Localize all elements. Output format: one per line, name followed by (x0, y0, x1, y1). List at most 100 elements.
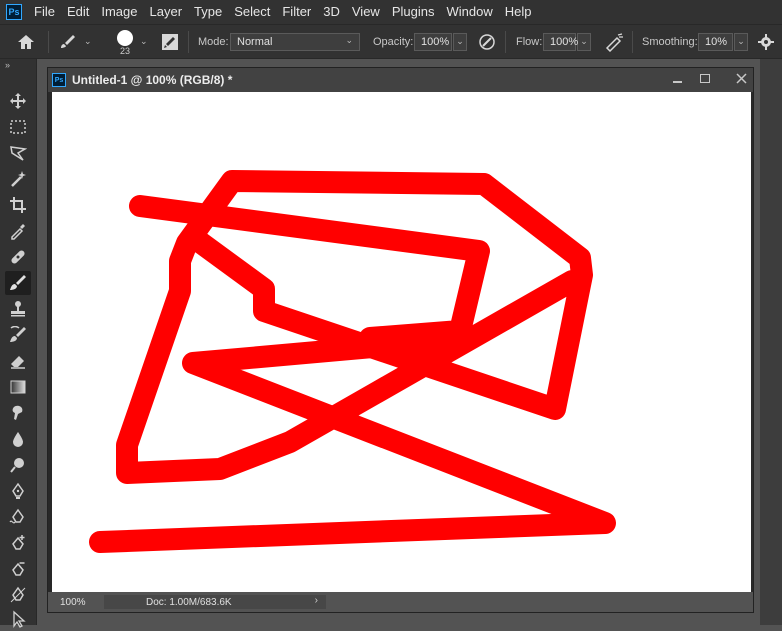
smudge-tool[interactable] (5, 401, 31, 425)
brush-size-value: 23 (119, 45, 130, 56)
pressure-opacity-icon (479, 33, 495, 50)
history-brush-icon (10, 326, 26, 342)
delete-anchor-tool[interactable] (5, 557, 31, 581)
menu-image[interactable]: Image (95, 0, 143, 24)
zoom-level[interactable]: 100% (48, 597, 104, 608)
flow-label: Flow: (516, 35, 543, 48)
menu-bar: Ps File Edit Image Layer Type Select Fil… (0, 0, 782, 24)
menu-plugins[interactable]: Plugins (386, 0, 441, 24)
brush-settings-toggle[interactable] (160, 25, 180, 58)
delete-anchor-icon (12, 562, 25, 576)
airbrush-icon (605, 32, 623, 52)
move-tool[interactable] (5, 89, 31, 113)
smoothing-options-button[interactable] (757, 25, 775, 58)
opacity-dropdown[interactable]: ⌄ (453, 32, 467, 51)
minimize-button[interactable] (662, 68, 692, 88)
pen-tool[interactable] (5, 479, 31, 503)
smoothing-value: 10% (705, 35, 728, 48)
opacity-input[interactable]: 100% (414, 32, 452, 51)
brush-tool[interactable] (5, 271, 31, 295)
minimize-icon (672, 81, 682, 83)
chevron-down-icon[interactable]: ⌄ (140, 36, 148, 47)
arrow-icon (13, 610, 26, 628)
crop-icon (10, 197, 26, 213)
healing-brush-tool[interactable] (5, 245, 31, 269)
add-anchor-icon (12, 535, 25, 550)
brush-preset-icon (61, 34, 75, 48)
brush-icon (10, 275, 26, 290)
path-selection-tool[interactable] (5, 607, 31, 631)
menu-edit[interactable]: Edit (61, 0, 95, 24)
photoshop-logo[interactable]: Ps (6, 4, 22, 20)
menu-layer[interactable]: Layer (144, 0, 189, 24)
menu-file[interactable]: File (30, 0, 61, 24)
stroke-x (89, 329, 616, 553)
photoshop-doc-icon: Ps (52, 73, 66, 87)
smoothing-dropdown[interactable]: ⌄ (734, 32, 748, 51)
doc-info[interactable]: Doc: 1.00M/683.6K › (104, 595, 326, 609)
menu-help[interactable]: Help (499, 0, 538, 24)
canvas-area (48, 92, 753, 592)
chevron-down-icon: ⌄ (84, 36, 92, 46)
maximize-button[interactable] (690, 68, 720, 88)
dodge-icon (10, 458, 24, 473)
menu-view[interactable]: View (346, 0, 386, 24)
gradient-icon (10, 380, 26, 394)
menu-filter[interactable]: Filter (276, 0, 317, 24)
brush-size-picker[interactable]: 23 (112, 25, 138, 58)
menu-select[interactable]: Select (228, 0, 276, 24)
flow-input[interactable]: 100% (543, 32, 579, 51)
drop-icon (13, 432, 23, 447)
dodge-tool[interactable] (5, 453, 31, 477)
canvas[interactable] (52, 92, 751, 592)
home-button[interactable] (16, 25, 36, 58)
gear-icon (758, 33, 774, 50)
marquee-tool[interactable] (5, 115, 31, 139)
menu-window[interactable]: Window (440, 0, 498, 24)
mode-label: Mode: (198, 35, 229, 48)
chevron-right-icon: › (314, 595, 318, 606)
brush-circle-icon (117, 29, 133, 46)
menu-type[interactable]: Type (188, 0, 228, 24)
convert-point-icon (10, 586, 26, 603)
add-anchor-tool[interactable] (5, 531, 31, 555)
maximize-icon (700, 73, 710, 83)
status-bar: 100% Doc: 1.00M/683.6K › (48, 592, 753, 612)
mode-select[interactable]: Normal ⌄ (230, 32, 360, 51)
menu-3d[interactable]: 3D (317, 0, 346, 24)
flow-dropdown[interactable]: ⌄ (577, 32, 591, 51)
airbrush-button[interactable] (603, 25, 625, 58)
history-brush-tool[interactable] (5, 323, 31, 347)
opacity-value: 100% (421, 35, 450, 48)
lasso-tool[interactable] (5, 141, 31, 165)
smudge-icon (12, 405, 23, 420)
freeform-pen-tool[interactable] (5, 505, 31, 529)
eyedropper-tool[interactable] (5, 219, 31, 243)
crop-tool[interactable] (5, 193, 31, 217)
pen-icon (12, 482, 24, 499)
magic-wand-icon (11, 171, 26, 187)
tool-preset-picker[interactable]: ⌄ (58, 25, 92, 58)
smoothing-input[interactable]: 10% (698, 32, 733, 51)
clone-stamp-tool[interactable] (5, 297, 31, 321)
convert-point-tool[interactable] (5, 583, 31, 607)
collapse-toolbar-icon[interactable]: » (0, 59, 36, 71)
pressure-opacity-button[interactable] (477, 25, 497, 58)
magic-wand-tool[interactable] (5, 167, 31, 191)
brush-panel-icon (162, 33, 178, 50)
gradient-tool[interactable] (5, 375, 31, 399)
options-bar: ⌄ 23 ⌄ Mode: Normal ⌄ Opacity: 100% ⌄ Fl… (0, 24, 782, 59)
smoothing-label: Smoothing: (642, 35, 698, 48)
blur-tool[interactable] (5, 427, 31, 451)
stamp-icon (11, 301, 25, 317)
flow-value: 100% (550, 35, 579, 48)
move-icon (10, 93, 26, 109)
eraser-tool[interactable] (5, 349, 31, 373)
eyedropper-icon (11, 224, 25, 240)
doc-info-text: Doc: 1.00M/683.6K (146, 596, 232, 608)
marquee-icon (10, 120, 26, 134)
document-tab[interactable]: Ps Untitled-1 @ 100% (RGB/8) * (48, 68, 753, 92)
close-icon (735, 72, 747, 84)
lasso-icon (10, 146, 27, 161)
close-button[interactable] (726, 68, 756, 88)
